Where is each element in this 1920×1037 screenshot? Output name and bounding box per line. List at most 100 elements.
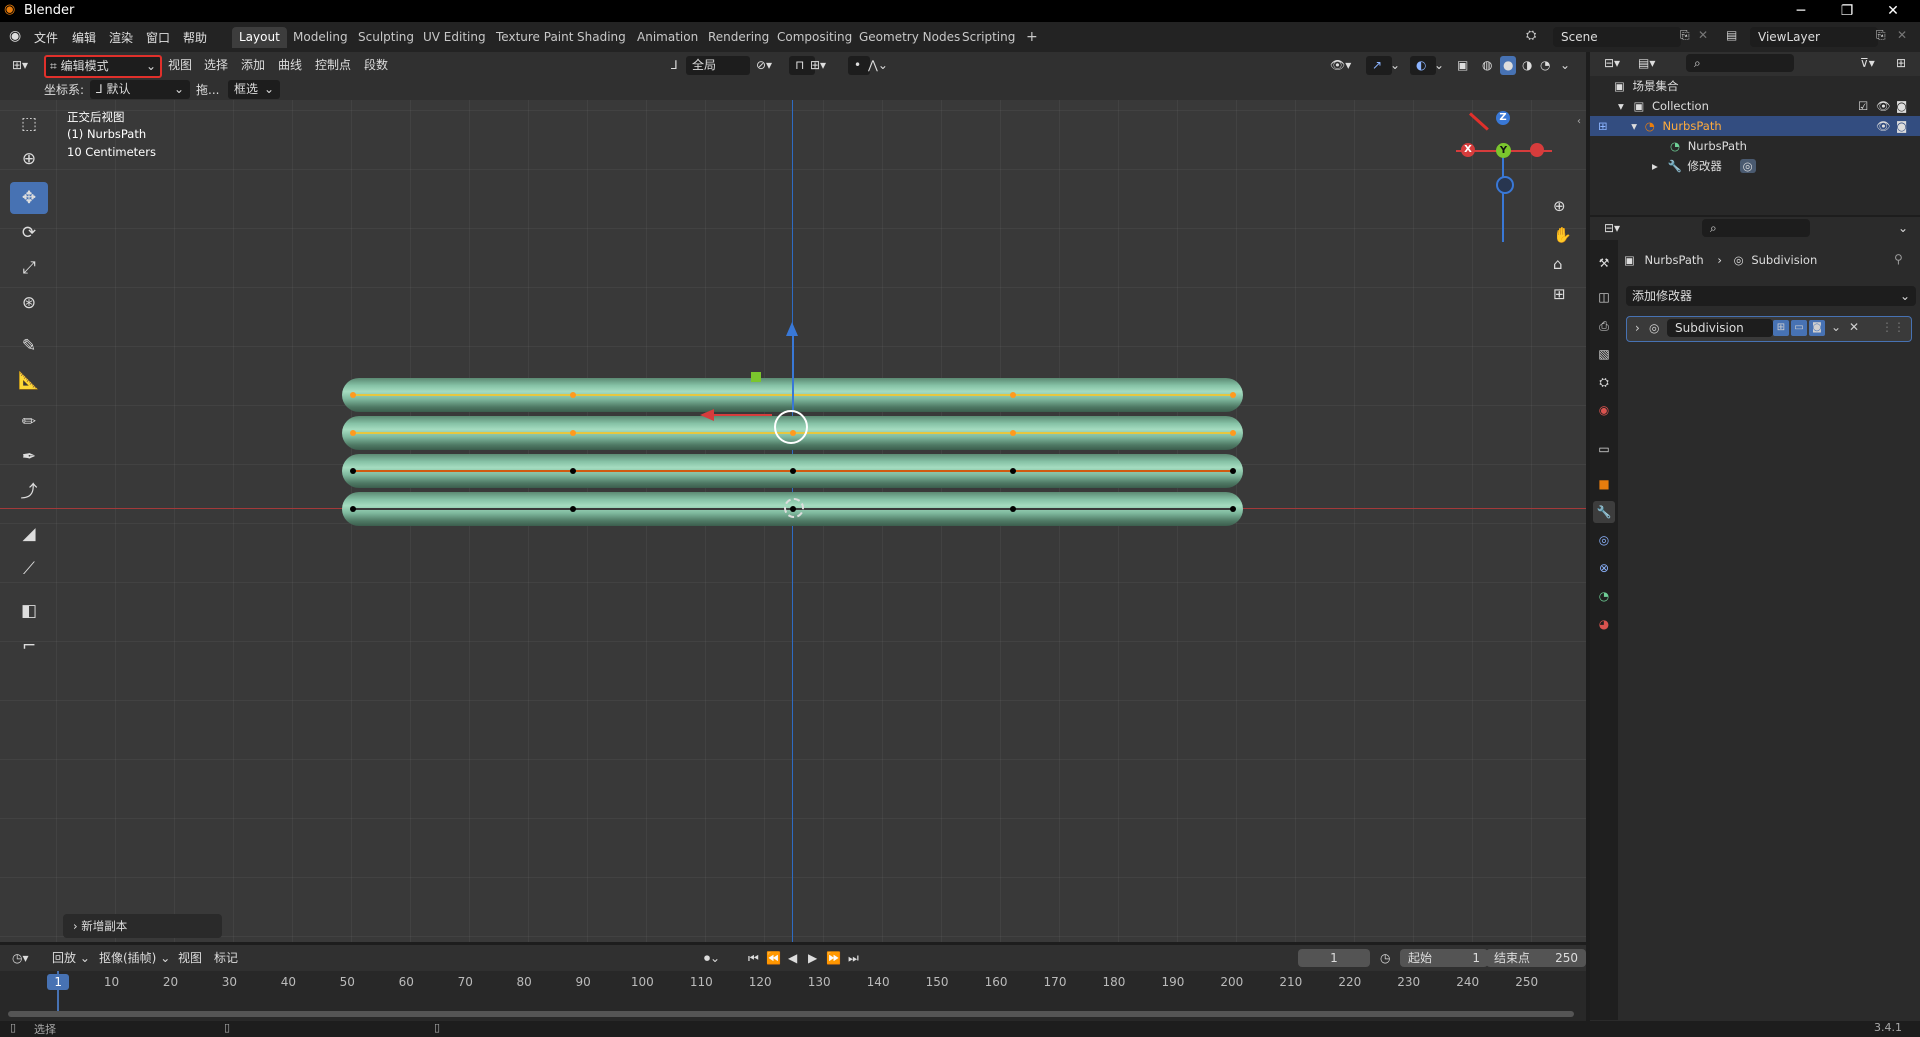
orientation-selector[interactable]: 全局 <box>686 56 750 75</box>
viewport-toggle-icon[interactable]: ▭ <box>1791 320 1807 336</box>
pan-hand-icon[interactable]: ✋ <box>1553 226 1572 244</box>
redo-panel[interactable]: › 新增副本 <box>63 914 222 938</box>
move-icon[interactable]: ✥ <box>10 182 48 214</box>
gizmo-x-arrow[interactable] <box>712 414 772 416</box>
tab-sculpting[interactable]: Sculpting <box>351 27 421 48</box>
tab-geometry-nodes[interactable]: Geometry Nodes <box>852 27 967 48</box>
render-tab-icon[interactable]: ◫ <box>1593 286 1615 308</box>
expand-arrow-icon[interactable]: ▾ <box>1631 119 1637 133</box>
world-tab-icon[interactable]: ◉ <box>1593 399 1615 421</box>
eye-icon[interactable]: 👁 <box>1876 96 1891 116</box>
control-point[interactable] <box>1010 392 1016 398</box>
control-point[interactable] <box>1230 430 1236 436</box>
restore-button[interactable]: ❐ <box>1824 0 1870 22</box>
snap-target-icon[interactable]: ⊞▾ <box>810 56 826 75</box>
gizmo-x-arrow-head[interactable] <box>700 409 714 421</box>
annotate-icon[interactable]: ✎ <box>10 330 48 362</box>
outliner-row-scene-collection[interactable]: ▣ 场景集合 <box>1590 76 1920 96</box>
add-workspace-button[interactable]: + <box>1019 27 1045 48</box>
chevron-down-icon[interactable]: ⌄ <box>1831 320 1841 334</box>
delete-view-layer-icon[interactable]: ✕ <box>1897 28 1907 42</box>
nav-neg-x-button[interactable] <box>1530 143 1544 157</box>
close-button[interactable]: ✕ <box>1870 0 1916 22</box>
control-point[interactable] <box>790 468 796 474</box>
transform-gizmo-circle[interactable] <box>774 410 808 444</box>
properties-editor-icon[interactable]: ⊟▾ <box>1604 221 1620 235</box>
tool-tab-icon[interactable]: ⚒ <box>1593 252 1615 274</box>
shading-dropdown-icon[interactable]: ⌄ <box>1560 56 1570 75</box>
pivot-icon[interactable]: ⊘▾ <box>756 56 772 75</box>
camera-icon[interactable]: ◙ <box>1896 116 1907 136</box>
new-collection-icon[interactable]: ⊞ <box>1896 56 1906 70</box>
menu-view[interactable]: 视图 <box>168 56 192 75</box>
outliner-row-curve-data[interactable]: ◔ NurbsPath <box>1590 136 1920 156</box>
grid-view-icon[interactable]: ⊞ <box>1553 285 1566 303</box>
particles-tab-icon[interactable]: ◎ <box>1593 529 1615 551</box>
display-mode-icon[interactable]: ▤▾ <box>1638 56 1655 70</box>
handle-icon[interactable]: ⌐ <box>10 630 48 662</box>
nav-x-button[interactable]: X <box>1461 143 1475 157</box>
add-modifier-dropdown[interactable]: 添加修改器 ⌄ <box>1626 286 1916 306</box>
chevron-down-icon[interactable]: ⌄ <box>1898 221 1908 235</box>
solid-shading-icon[interactable]: ● <box>1500 56 1517 75</box>
randomize-icon[interactable]: ◧ <box>10 595 48 627</box>
edit-mode-toggle-icon[interactable]: ⊞ <box>1773 320 1789 336</box>
control-point[interactable] <box>1230 392 1236 398</box>
tab-scripting[interactable]: Scripting <box>955 27 1022 48</box>
menu-add[interactable]: 添加 <box>241 56 265 75</box>
expand-arrow-icon[interactable]: ▾ <box>1618 99 1624 113</box>
zoom-icon[interactable]: ⊕ <box>1553 197 1566 215</box>
radius-icon[interactable]: ◢ <box>10 518 48 550</box>
checkbox-icon[interactable]: ☑ <box>1858 96 1868 116</box>
mode-selector[interactable]: ⌗ 编辑模式 ⌄ <box>44 55 162 78</box>
properties-search[interactable]: ⌕ <box>1702 219 1810 237</box>
menu-curve[interactable]: 曲线 <box>278 56 302 75</box>
next-keyframe-icon[interactable]: ⏩ <box>826 949 841 968</box>
object-tab-icon[interactable]: ■ <box>1593 473 1615 495</box>
clock-icon[interactable]: ◷ <box>1380 949 1390 968</box>
menu-control-points[interactable]: 控制点 <box>315 56 351 75</box>
scene-selector[interactable]: Scene <box>1553 27 1681 47</box>
control-point[interactable] <box>350 468 356 474</box>
tab-rendering[interactable]: Rendering <box>701 27 776 48</box>
view-layer-selector[interactable]: ViewLayer <box>1750 27 1878 47</box>
tilt-icon[interactable]: ⟋ <box>10 553 48 585</box>
overlay-toggle-icon[interactable]: ◐ <box>1410 56 1436 75</box>
control-point[interactable] <box>1010 506 1016 512</box>
control-point[interactable] <box>1010 430 1016 436</box>
drag-handle-icon[interactable]: ⋮⋮ <box>1881 320 1905 334</box>
rendered-shading-icon[interactable]: ◔ <box>1540 56 1550 75</box>
control-point[interactable] <box>570 430 576 436</box>
jump-end-icon[interactable]: ⏭ <box>848 949 859 968</box>
outliner-row-collection[interactable]: ▾ ▣ Collection ☑ 👁 ◙ <box>1590 96 1920 116</box>
prev-keyframe-icon[interactable]: ⏪ <box>766 949 781 968</box>
nav-neg-z-button[interactable] <box>1496 176 1514 194</box>
outliner-editor-icon[interactable]: ⊟▾ <box>1604 56 1620 70</box>
minimize-button[interactable]: ─ <box>1778 0 1824 22</box>
gizmo-plane-handle[interactable] <box>751 372 761 382</box>
control-point[interactable] <box>350 506 356 512</box>
outliner-row-object[interactable]: ⊞ ▾ ◔ NurbsPath 👁 ◙ <box>1590 116 1920 136</box>
eye-icon[interactable]: 👁 <box>1876 116 1891 136</box>
measure-icon[interactable]: 📐 <box>10 365 48 397</box>
expand-arrow-icon[interactable]: ▸ <box>1652 159 1658 173</box>
modifier-tab-icon[interactable]: 🔧 <box>1593 501 1615 523</box>
tab-layout[interactable]: Layout <box>232 27 287 48</box>
menu-markers[interactable]: 标记 <box>214 949 238 968</box>
menu-edit[interactable]: 编辑 <box>72 29 96 46</box>
coord-selector[interactable]: ⅃ 默认 ⌄ <box>90 80 190 99</box>
tab-texture-paint[interactable]: Texture Paint <box>489 27 580 48</box>
scene-tab-icon[interactable]: ⛭ <box>1593 371 1615 393</box>
select-box-icon[interactable]: ⬚ <box>10 108 48 140</box>
play-reverse-icon[interactable]: ◀ <box>788 949 797 968</box>
control-point[interactable] <box>350 430 356 436</box>
outliner-row-modifiers[interactable]: ▸ 🔧 修改器 ◎ <box>1590 156 1920 176</box>
view-layer-tab-icon[interactable]: ▧ <box>1593 343 1615 365</box>
control-point[interactable] <box>570 506 576 512</box>
draw-icon[interactable]: ✏ <box>10 406 48 438</box>
start-frame-field[interactable]: 起始 1 <box>1400 949 1488 967</box>
modifier-name-input[interactable]: Subdivision <box>1667 319 1773 337</box>
menu-select[interactable]: 选择 <box>204 56 228 75</box>
pen-icon[interactable]: ✒ <box>10 441 48 473</box>
delete-scene-icon[interactable]: ✕ <box>1698 28 1708 42</box>
